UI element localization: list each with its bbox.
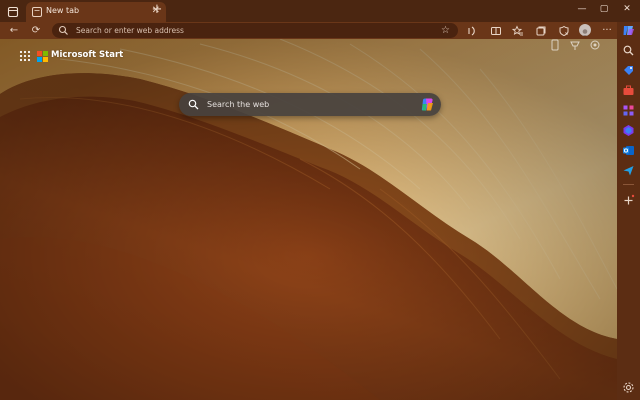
games-icon[interactable] — [622, 104, 635, 117]
tab-actions-icon — [7, 6, 19, 18]
sidebar-search-icon[interactable] — [622, 44, 635, 57]
drop-send-icon[interactable] — [622, 164, 635, 177]
toolbar: ← ⟳ ☆ ··· — [0, 22, 640, 39]
web-search-input[interactable] — [205, 93, 405, 116]
address-bar[interactable]: ☆ — [52, 23, 458, 38]
collections-icon[interactable] — [534, 24, 548, 38]
web-search-icon — [188, 99, 199, 110]
sidebar-settings-icon[interactable] — [622, 381, 635, 394]
microsoft-365-icon[interactable] — [622, 124, 635, 137]
microsoft-start-brand[interactable]: Microsoft Start — [51, 50, 123, 60]
minimize-button[interactable]: — — [571, 2, 593, 16]
favorites-icon[interactable] — [511, 24, 525, 38]
rewards-icon[interactable] — [569, 39, 581, 51]
copilot-icon[interactable] — [420, 97, 435, 112]
apps-launcher-icon[interactable] — [19, 50, 31, 62]
tab-strip: New tab ✕ + — ▢ ✕ — [0, 0, 640, 22]
tab-actions-button[interactable] — [6, 4, 20, 18]
tab-new-tab[interactable]: New tab ✕ — [26, 2, 166, 22]
page-settings-icon[interactable] — [589, 39, 601, 51]
refresh-button[interactable]: ⟳ — [29, 24, 43, 38]
back-button[interactable]: ← — [7, 24, 21, 38]
copilot-sidebar-icon[interactable] — [622, 24, 635, 37]
tools-briefcase-icon[interactable] — [622, 84, 635, 97]
settings-and-more-button[interactable]: ··· — [600, 24, 614, 38]
microsoft-logo-icon — [37, 51, 48, 62]
address-search-icon — [58, 25, 68, 35]
address-input[interactable] — [74, 23, 424, 38]
new-tab-favicon-icon — [32, 7, 42, 17]
web-search-box[interactable] — [179, 93, 441, 116]
split-screen-icon[interactable] — [489, 24, 503, 38]
tab-title: New tab — [46, 6, 80, 15]
close-window-button[interactable]: ✕ — [616, 2, 638, 16]
favorite-star-icon[interactable]: ☆ — [441, 24, 450, 37]
add-sidebar-app-icon[interactable] — [622, 194, 635, 207]
outlook-icon[interactable] — [622, 144, 635, 157]
maximize-button[interactable]: ▢ — [593, 2, 615, 16]
shopping-tag-icon[interactable] — [622, 64, 635, 77]
edge-sidebar — [617, 22, 640, 400]
read-aloud-icon[interactable] — [465, 24, 479, 38]
new-tab-page: Microsoft Start — [0, 39, 617, 400]
browser-window: New tab ✕ + — ▢ ✕ ← ⟳ ☆ — [0, 0, 640, 400]
sidebar-divider — [623, 184, 634, 185]
browser-essentials-icon[interactable] — [557, 24, 571, 38]
profile-avatar[interactable] — [579, 24, 591, 36]
new-tab-button[interactable]: + — [150, 3, 164, 17]
phone-icon[interactable] — [549, 39, 561, 51]
